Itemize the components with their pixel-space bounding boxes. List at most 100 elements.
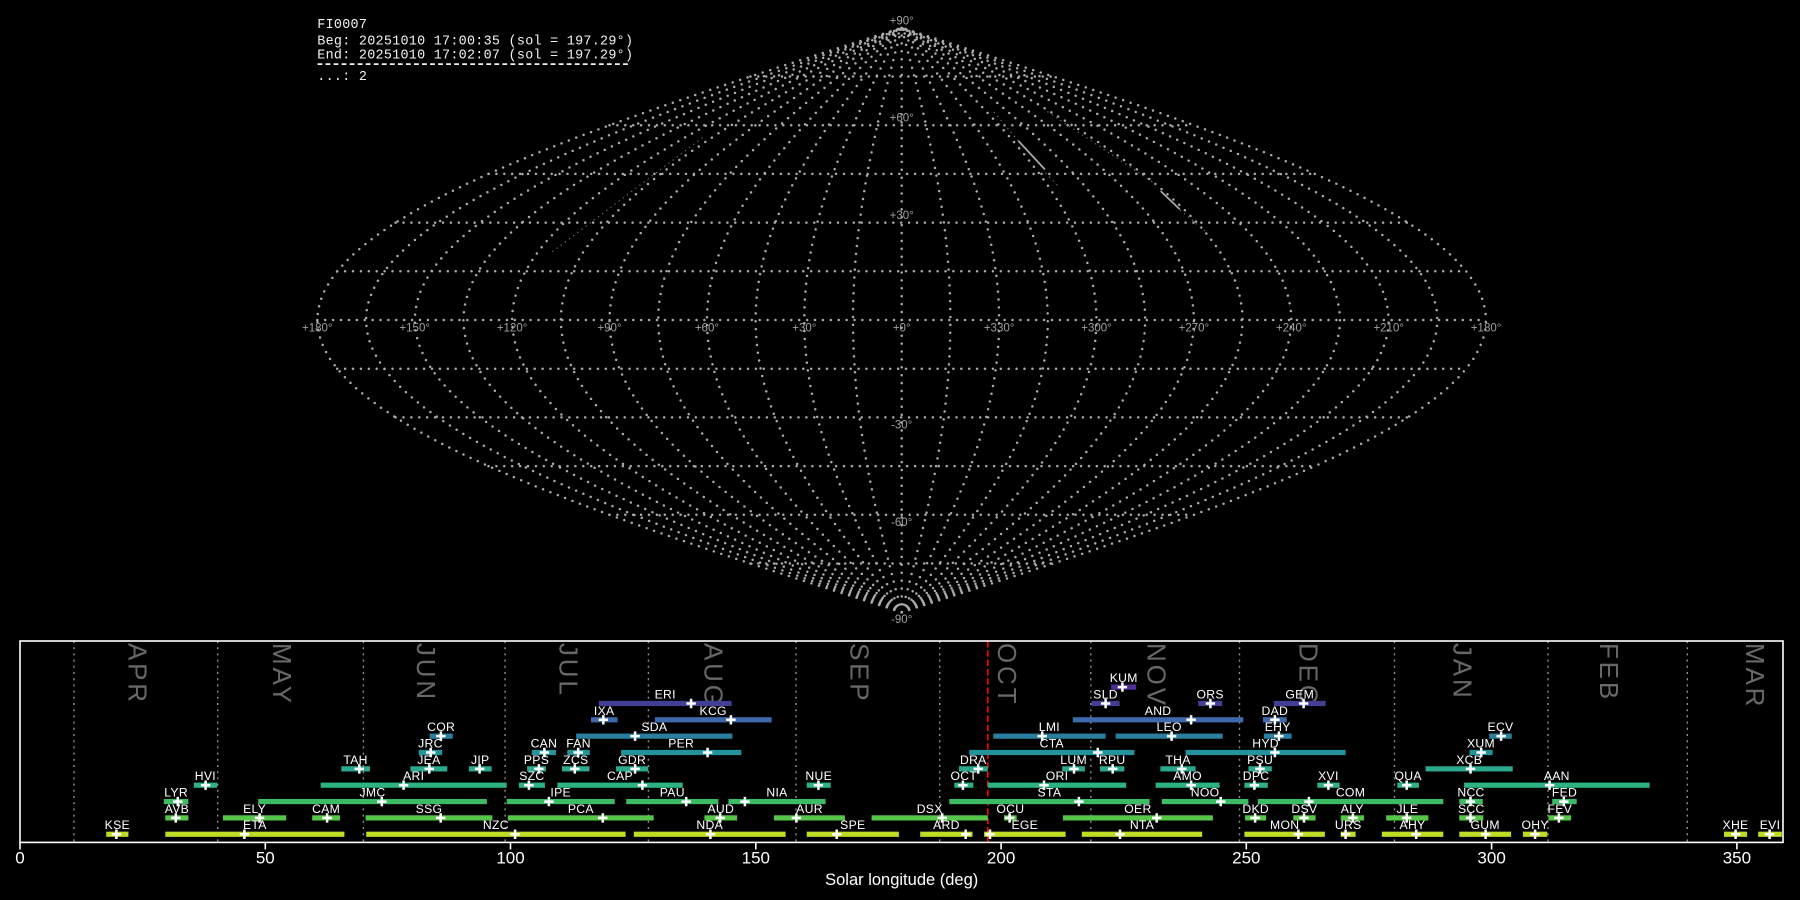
svg-text:IXA: IXA <box>594 704 615 718</box>
svg-text:LEO: LEO <box>1157 720 1182 734</box>
svg-text:OER: OER <box>1124 802 1151 816</box>
svg-text:HVI: HVI <box>195 769 216 783</box>
svg-text:ALY: ALY <box>1341 802 1364 816</box>
svg-text:CAM: CAM <box>312 802 340 816</box>
svg-text:AND: AND <box>1145 704 1172 718</box>
svg-text:APR: APR <box>122 643 152 705</box>
svg-text:SEP: SEP <box>844 643 874 703</box>
svg-text:XVI: XVI <box>1318 769 1339 783</box>
svg-text:ELY: ELY <box>243 802 266 816</box>
svg-text:THA: THA <box>1165 753 1191 767</box>
svg-text:AUG: AUG <box>699 643 729 708</box>
svg-text:+270°: +270° <box>1179 323 1210 335</box>
svg-text:SSG: SSG <box>416 802 443 816</box>
svg-text:SLD: SLD <box>1093 688 1118 702</box>
svg-text:+30°: +30° <box>792 323 816 335</box>
svg-text:NDA: NDA <box>696 818 723 832</box>
svg-text:PAU: PAU <box>660 786 685 800</box>
svg-text:JUL: JUL <box>553 643 583 698</box>
svg-text:JEA: JEA <box>417 753 441 767</box>
svg-text:GDR: GDR <box>618 753 646 767</box>
svg-text:+180°: +180° <box>302 323 333 335</box>
svg-text:NZC: NZC <box>483 818 509 832</box>
svg-text:KUM: KUM <box>1110 671 1138 685</box>
svg-text:JUN: JUN <box>411 643 441 702</box>
svg-text:+90°: +90° <box>890 15 914 27</box>
svg-text:AUD: AUD <box>707 802 734 816</box>
svg-text:LUM: LUM <box>1060 753 1087 767</box>
svg-text:DSV: DSV <box>1291 802 1318 816</box>
svg-text:+300°: +300° <box>1081 323 1112 335</box>
svg-text:FAN: FAN <box>566 737 591 751</box>
svg-text:NCC: NCC <box>1457 786 1484 800</box>
svg-text:NOV: NOV <box>1142 643 1172 708</box>
svg-text:LYR: LYR <box>164 786 188 800</box>
svg-text:300: 300 <box>1477 849 1505 868</box>
svg-text:ORI: ORI <box>1046 769 1069 783</box>
svg-text:STA: STA <box>1038 786 1062 800</box>
svg-text:SDA: SDA <box>641 720 668 734</box>
svg-text:SCC: SCC <box>1458 802 1485 816</box>
svg-text:JLE: JLE <box>1396 802 1418 816</box>
svg-text:FEV: FEV <box>1547 802 1572 816</box>
svg-text:JIP: JIP <box>471 753 490 767</box>
svg-text:250: 250 <box>1232 849 1260 868</box>
svg-text:100: 100 <box>496 849 524 868</box>
svg-text:OCU: OCU <box>996 802 1024 816</box>
svg-text:EGE: EGE <box>1011 818 1038 832</box>
svg-text:NIA: NIA <box>766 786 788 800</box>
svg-text:+30°: +30° <box>890 210 914 222</box>
svg-text:GEM: GEM <box>1285 688 1314 702</box>
svg-text:SPE: SPE <box>840 818 865 832</box>
svg-text:350: 350 <box>1723 849 1751 868</box>
svg-text:QUA: QUA <box>1394 769 1422 783</box>
svg-text:HYD: HYD <box>1252 737 1279 751</box>
svg-text:XUM: XUM <box>1467 737 1495 751</box>
svg-text:EHY: EHY <box>1265 720 1291 734</box>
svg-text:XCB: XCB <box>1456 753 1482 767</box>
svg-text:150: 150 <box>742 849 770 868</box>
svg-text:Beg: 20251010 17:00:35 (sol =: Beg: 20251010 17:00:35 (sol = 197.29°) <box>317 34 633 49</box>
svg-text:LMI: LMI <box>1039 720 1060 734</box>
svg-text:AVB: AVB <box>165 802 189 816</box>
svg-text:+210°: +210° <box>1373 323 1404 335</box>
svg-text:+0°: +0° <box>893 323 911 335</box>
svg-text:TAH: TAH <box>343 753 367 767</box>
svg-text:ORS: ORS <box>1197 688 1224 702</box>
svg-text:+120°: +120° <box>497 323 528 335</box>
svg-text:+60°: +60° <box>695 323 719 335</box>
svg-text:-90°: -90° <box>891 614 912 626</box>
svg-text:GUM: GUM <box>1471 818 1500 832</box>
svg-text:+150°: +150° <box>399 323 430 335</box>
svg-text:CAN: CAN <box>531 737 558 751</box>
svg-text:NUE: NUE <box>805 769 832 783</box>
svg-text:ECV: ECV <box>1488 720 1515 734</box>
svg-text:+60°: +60° <box>890 113 914 125</box>
svg-text:COM: COM <box>1336 786 1365 800</box>
svg-text:JAN: JAN <box>1448 643 1478 701</box>
svg-text:AAN: AAN <box>1544 769 1570 783</box>
svg-text:KCG: KCG <box>700 704 727 718</box>
svg-text:NTA: NTA <box>1130 818 1155 832</box>
svg-text:PPS: PPS <box>524 753 549 767</box>
svg-text:DRA: DRA <box>960 753 987 767</box>
svg-text:-60°: -60° <box>891 517 912 529</box>
svg-text:COR: COR <box>427 720 455 734</box>
svg-text:MAR: MAR <box>1740 643 1770 709</box>
svg-text:CTA: CTA <box>1040 737 1065 751</box>
svg-text:Solar longitude (deg): Solar longitude (deg) <box>825 871 978 889</box>
svg-text:+240°: +240° <box>1276 323 1307 335</box>
svg-text:...: 2: ...: 2 <box>317 70 367 85</box>
svg-text:End: 20251010 17:02:07 (sol =: End: 20251010 17:02:07 (sol = 197.29°) <box>317 49 633 64</box>
svg-text:NOO: NOO <box>1191 786 1220 800</box>
svg-text:ZCS: ZCS <box>563 753 588 767</box>
svg-text:FED: FED <box>1552 786 1577 800</box>
svg-text:RPU: RPU <box>1099 753 1126 767</box>
svg-text:ETA: ETA <box>243 818 267 832</box>
svg-text:AMO: AMO <box>1173 769 1202 783</box>
svg-text:FEB: FEB <box>1594 643 1624 702</box>
svg-text:200: 200 <box>987 849 1015 868</box>
svg-text:50: 50 <box>256 849 275 868</box>
svg-text:DKD: DKD <box>1242 802 1269 816</box>
svg-text:EVI: EVI <box>1760 818 1781 832</box>
